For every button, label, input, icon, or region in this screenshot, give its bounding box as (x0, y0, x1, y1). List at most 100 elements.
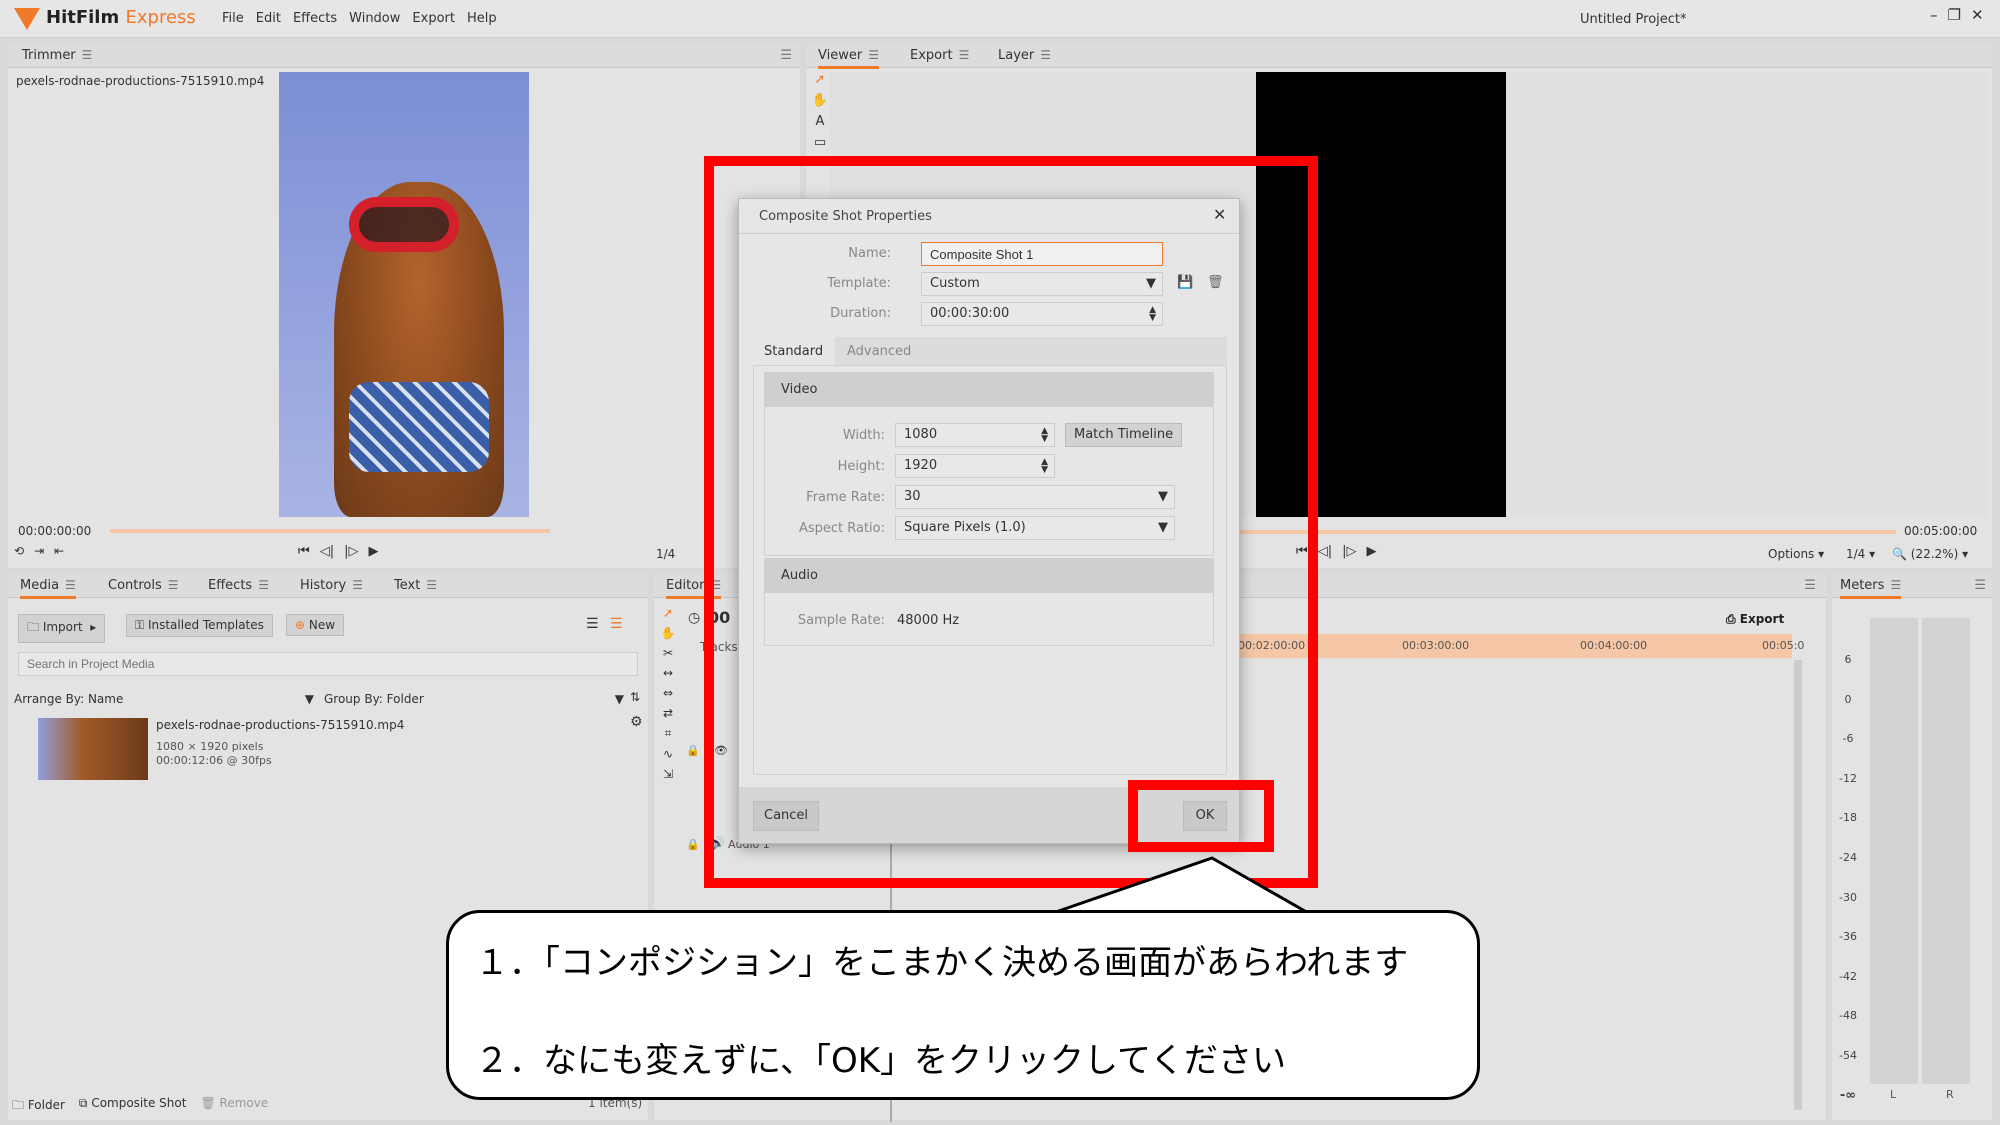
meter-l-label: L (1890, 1088, 1897, 1101)
tab-trimmer[interactable]: Trimmer ☰ (22, 48, 92, 63)
ripple-icon[interactable]: ⌗ (665, 726, 672, 741)
editor-toolbar: ➚ ✋ ✂ ↔ ⇔ ⇄ ⌗ ∿ ⇲ (658, 606, 678, 781)
viewer-step-back-icon[interactable]: ◁| (1318, 544, 1332, 559)
remove-button[interactable]: 🗑 Remove (200, 1096, 268, 1117)
import-button[interactable]: 🗀 Import ▸ (18, 614, 106, 643)
callout-line-2: ２．なにも変えずに、「OK」をクリックしてください (475, 1041, 1286, 1081)
new-plus-icon: ⊕ (295, 618, 306, 632)
panel-menu-icon[interactable]: ☰ (780, 48, 792, 63)
title-bar: HitFilm Express File Edit Effects Window… (0, 0, 2000, 38)
maximize-icon[interactable]: ❐ (1948, 6, 1961, 24)
group-by-select[interactable]: Group By: Folder ▼ (324, 692, 624, 706)
editor-export-button[interactable]: ⎙ Export (1726, 612, 1784, 627)
audio-lock-icon[interactable]: 🔒 (686, 838, 700, 851)
meter-r-label: R (1946, 1088, 1954, 1101)
lock-icon[interactable]: 🔒 (686, 744, 700, 757)
meters-menu-icon[interactable]: ☰ (1974, 578, 1986, 593)
callout-pointer (1040, 856, 1340, 916)
timeline-ruler[interactable] (1236, 634, 1792, 658)
editor-clock-icon: ◷ (688, 610, 701, 626)
slip-icon[interactable]: ↔ (663, 666, 673, 680)
tab-viewer[interactable]: Viewer ☰ (818, 48, 879, 69)
media-thumbnail (38, 718, 148, 780)
menu-effects[interactable]: Effects (293, 11, 337, 26)
viewer-zoom-select[interactable]: 1/4 ▾ (1846, 547, 1875, 561)
ok-highlight-box (1128, 780, 1274, 852)
media-item[interactable]: pexels-rodnae-productions-7515910.mp4 10… (38, 718, 598, 784)
menu-file[interactable]: File (222, 11, 244, 26)
loop-icon[interactable]: ⟲ (14, 544, 24, 558)
viewer-options-button[interactable]: Options ▾ (1768, 547, 1824, 561)
hand-tool-icon[interactable]: ✋ (812, 93, 828, 108)
viewer-step-forward-icon[interactable]: |▷ (1342, 544, 1356, 559)
menu-help[interactable]: Help (467, 11, 497, 26)
razor-icon[interactable]: ✂ (663, 646, 673, 660)
installed-templates-button[interactable]: ⚿ Installed Templates (126, 614, 273, 637)
viewer-play-icon[interactable]: ▶ (1366, 544, 1376, 559)
viewer-timecode-end: 00:05:00:00 (1904, 524, 1978, 538)
app-brand: HitFilm Express (46, 7, 196, 28)
tab-controls[interactable]: Controls ☰ (108, 578, 179, 593)
tab-effects[interactable]: Effects ☰ (208, 578, 269, 593)
menu-export[interactable]: Export (412, 11, 455, 26)
viewer-zoom-percent[interactable]: 🔍 (22.2%) ▾ (1892, 547, 1968, 561)
minimize-icon[interactable]: – (1930, 6, 1938, 24)
ruler-label-5: 00:05:0 (1762, 639, 1805, 652)
editor-hand-icon[interactable]: ✋ (661, 626, 676, 640)
trimmer-scrub-bar[interactable] (110, 529, 550, 533)
close-window-icon[interactable]: ✕ (1971, 6, 1984, 24)
tab-meters[interactable]: Meters ☰ (1840, 578, 1902, 599)
new-button[interactable]: ⊕ New (286, 614, 345, 636)
media-search-input[interactable] (18, 652, 638, 676)
tab-layer[interactable]: Layer ☰ (998, 48, 1051, 63)
text-tool-icon[interactable]: A (816, 114, 825, 129)
rect-tool-icon[interactable]: ▭ (814, 135, 826, 150)
play-icon[interactable]: ▶ (368, 544, 378, 559)
goggles-image (349, 197, 459, 252)
dialog-highlight-box (704, 156, 1318, 888)
trimmer-timecode: 00:00:00:00 (18, 524, 92, 538)
media-item-name: pexels-rodnae-productions-7515910.mp4 (156, 718, 405, 732)
tab-export[interactable]: Export ☰ (910, 48, 969, 63)
snap-icon[interactable]: ⇲ (663, 767, 673, 781)
ruler-label-4: 00:04:00:00 (1580, 639, 1648, 652)
sort-icon[interactable]: ⇅ (630, 690, 640, 704)
step-forward-icon[interactable]: |▷ (344, 544, 358, 559)
go-start-icon[interactable]: ⏮ (298, 544, 310, 559)
tab-history[interactable]: History ☰ (300, 578, 363, 593)
select-tool-icon[interactable]: ➚ (815, 72, 826, 87)
viewer-scrub-bar[interactable] (1236, 530, 1896, 534)
tab-text[interactable]: Text ☰ (394, 578, 437, 593)
rate-icon[interactable]: ⇄ (663, 706, 673, 720)
meter-scale: 6 0 -6 -12 -18 -24 -30 -36 -42 -48 -54 -∞ (1839, 653, 1857, 1103)
meters-panel: Meters ☰ ☰ 6 0 -6 -12 -18 -24 -30 -36 -42 -48 -54 -∞… (1832, 574, 1992, 1120)
new-composite-button[interactable]: ⧉ Composite Shot (79, 1096, 187, 1117)
roll-icon[interactable]: ∿ (663, 747, 673, 761)
window-controls: – ❐ ✕ (1930, 6, 1984, 24)
callout-line-1: １．「コンポジション」をこまかく決める画面があらわれます (475, 943, 1409, 983)
editor-select-icon[interactable]: ➚ (663, 606, 673, 620)
menu-window[interactable]: Window (349, 11, 400, 26)
project-title: Untitled Project* (1580, 12, 1687, 27)
slide-icon[interactable]: ⇔ (663, 686, 673, 700)
editor-menu-icon[interactable]: ☰ (1804, 578, 1816, 593)
timeline-scrollbar[interactable] (1794, 660, 1802, 1110)
new-folder-button[interactable]: 🗀 Folder (12, 1096, 65, 1117)
trimmer-zoom[interactable]: 1/4 (656, 547, 675, 561)
menu-bar: File Edit Effects Window Export Help (222, 11, 497, 26)
meter-left-bar (1870, 618, 1918, 1084)
list-view-icon[interactable]: ☰ (586, 616, 599, 632)
step-back-icon[interactable]: ◁| (320, 544, 334, 559)
magnifier-icon: 🔍 (1892, 547, 1907, 561)
grid-view-icon[interactable]: ☰ (610, 616, 623, 632)
meter-right-bar (1922, 618, 1970, 1084)
media-item-duration: 00:00:12:06 @ 30fps (156, 754, 272, 767)
trimmer-transport: ⏮ ◁| |▷ ▶ (298, 544, 378, 559)
arrange-by-select[interactable]: Arrange By: Name ▼ (14, 692, 314, 706)
overlay-icon[interactable]: ⇤ (54, 544, 64, 558)
tab-media[interactable]: Media ☰ (20, 578, 76, 599)
settings-gear-icon[interactable]: ⚙ (630, 714, 643, 730)
callout-bubble: １．「コンポジション」をこまかく決める画面があらわれます ２．なにも変えずに、「… (446, 910, 1480, 1100)
insert-icon[interactable]: ⇥ (34, 544, 44, 558)
menu-edit[interactable]: Edit (256, 11, 281, 26)
